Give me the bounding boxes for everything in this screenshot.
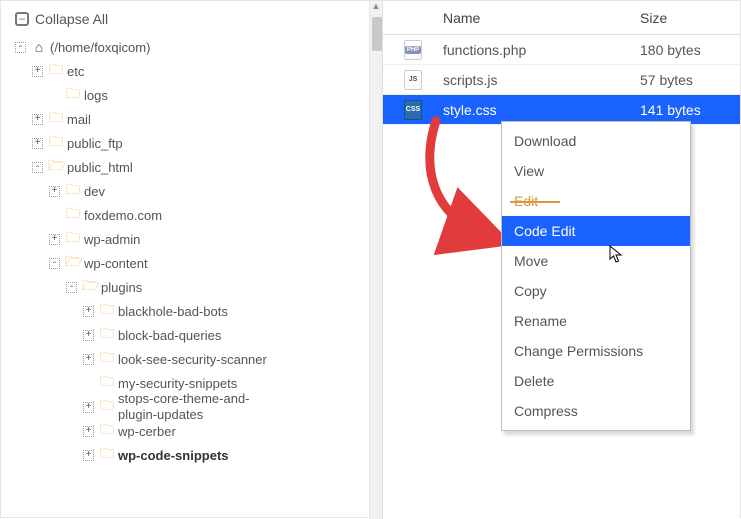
tree-item[interactable]: +🗀etc — [32, 59, 369, 83]
folder-open-icon: 🗁 — [65, 251, 81, 275]
tree-item[interactable]: +🗀look-see-security-scanner — [83, 347, 369, 371]
file-name: functions.php — [443, 42, 640, 58]
php-file-icon: PHP — [404, 40, 422, 60]
file-row[interactable]: PHP functions.php 180 bytes — [383, 35, 740, 65]
folder-icon: 🗀 — [48, 59, 64, 83]
root-label: (/home/foxqicom) — [50, 40, 150, 55]
home-icon: ⌂ — [31, 39, 47, 55]
folder-icon: 🗀 — [65, 179, 81, 203]
menu-compress[interactable]: Compress — [502, 396, 690, 426]
expander-icon[interactable]: + — [83, 306, 94, 317]
tree-item[interactable]: 🗀foxdemo.com — [49, 203, 369, 227]
expander-icon[interactable]: - — [66, 282, 77, 293]
expander-icon[interactable]: + — [83, 426, 94, 437]
menu-code-edit[interactable]: Code Edit — [502, 216, 690, 246]
folder-tree-pane: − Collapse All - ⌂ (/home/foxqicom) +🗀et… — [1, 1, 369, 519]
folder-open-icon: 🗁 — [82, 275, 98, 299]
expander-icon[interactable]: + — [83, 450, 94, 461]
tree-item[interactable]: +🗀blackhole-bad-bots — [83, 299, 369, 323]
column-name[interactable]: Name — [443, 10, 640, 26]
menu-change-permissions[interactable]: Change Permissions — [502, 336, 690, 366]
expander-icon[interactable]: + — [83, 330, 94, 341]
folder-icon: 🗀 — [99, 323, 115, 347]
file-size: 180 bytes — [640, 42, 740, 58]
folder-icon: 🗀 — [99, 395, 115, 419]
file-size: 141 bytes — [640, 102, 740, 118]
tree-item[interactable]: -🗁wp-content — [49, 251, 369, 275]
annotation-arrow-icon — [416, 116, 506, 256]
expander-icon[interactable]: + — [83, 402, 94, 413]
tree-item-selected[interactable]: +🗀wp-code-snippets — [83, 443, 369, 467]
tree-root[interactable]: - ⌂ (/home/foxqicom) — [15, 35, 369, 59]
file-row[interactable]: JS scripts.js 57 bytes — [383, 65, 740, 95]
menu-move[interactable]: Move — [502, 246, 690, 276]
menu-download[interactable]: Download — [502, 126, 690, 156]
scroll-thumb[interactable] — [372, 17, 382, 51]
js-file-icon: JS — [404, 70, 422, 90]
tree-item[interactable]: +🗀public_ftp — [32, 131, 369, 155]
collapse-label: Collapse All — [35, 11, 108, 27]
expander-icon[interactable]: + — [49, 186, 60, 197]
folder-icon: 🗀 — [65, 203, 81, 227]
menu-view[interactable]: View — [502, 156, 690, 186]
expander-icon[interactable]: + — [32, 66, 43, 77]
context-menu: Download View Edit Code Edit Move Copy R… — [501, 121, 691, 431]
folder-icon: 🗀 — [99, 419, 115, 443]
folder-icon: 🗀 — [99, 443, 115, 467]
tree-item[interactable]: +🗀mail — [32, 107, 369, 131]
folder-icon: 🗀 — [65, 227, 81, 251]
tree-item[interactable]: +🗀stops-core-theme-and-plugin-updates — [83, 395, 369, 419]
folder-open-icon: 🗁 — [48, 155, 64, 179]
menu-edit[interactable]: Edit — [502, 186, 690, 216]
tree-item[interactable]: +🗀wp-admin — [49, 227, 369, 251]
tree-item[interactable]: -🗁plugins — [66, 275, 369, 299]
expander-icon[interactable]: - — [49, 258, 60, 269]
folder-icon: 🗀 — [48, 107, 64, 131]
expander-icon[interactable]: + — [83, 354, 94, 365]
folder-icon: 🗀 — [48, 131, 64, 155]
menu-delete[interactable]: Delete — [502, 366, 690, 396]
scroll-up-icon[interactable]: ▲ — [370, 1, 382, 17]
file-list-header: Name Size — [383, 1, 740, 35]
menu-rename[interactable]: Rename — [502, 306, 690, 336]
tree-item[interactable]: +🗀dev — [49, 179, 369, 203]
column-size[interactable]: Size — [640, 10, 740, 26]
tree-item[interactable]: +🗀block-bad-queries — [83, 323, 369, 347]
file-name: scripts.js — [443, 72, 640, 88]
menu-copy[interactable]: Copy — [502, 276, 690, 306]
folder-icon: 🗀 — [99, 299, 115, 323]
tree-item[interactable]: 🗀logs — [49, 83, 369, 107]
mouse-cursor-icon — [609, 245, 625, 265]
file-size: 57 bytes — [640, 72, 740, 88]
expander-icon[interactable]: + — [32, 114, 43, 125]
tree-item[interactable]: +🗀wp-cerber — [83, 419, 369, 443]
tree-scrollbar[interactable]: ▲ — [369, 1, 383, 519]
expander-icon[interactable]: + — [49, 234, 60, 245]
expander-icon[interactable]: - — [32, 162, 43, 173]
folder-icon: 🗀 — [99, 347, 115, 371]
folder-icon: 🗀 — [99, 371, 115, 395]
tree-item[interactable]: -🗁public_html — [32, 155, 369, 179]
expander-icon[interactable]: + — [32, 138, 43, 149]
collapse-all-button[interactable]: − Collapse All — [1, 7, 369, 35]
collapse-icon: − — [15, 12, 29, 26]
folder-icon: 🗀 — [65, 83, 81, 107]
expander-icon[interactable]: - — [15, 42, 26, 53]
